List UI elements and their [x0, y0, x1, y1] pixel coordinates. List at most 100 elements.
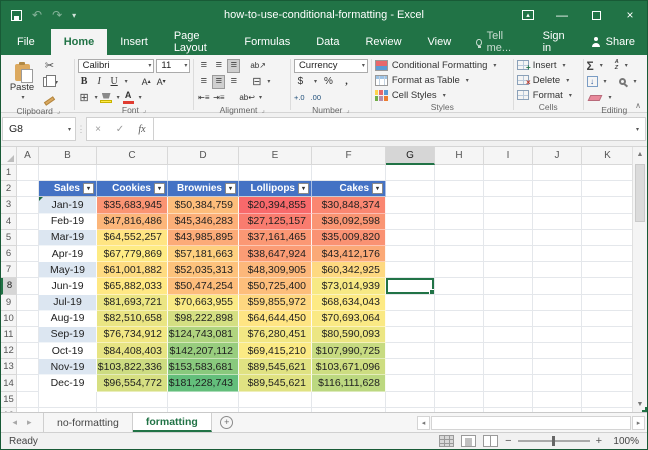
- value-cell-D14[interactable]: $181,228,743: [168, 375, 239, 391]
- number-dialog-launcher-icon[interactable]: ⌟: [346, 106, 349, 114]
- value-cell-F13[interactable]: $103,671,096: [312, 359, 386, 375]
- row-header-5[interactable]: 5: [1, 230, 17, 246]
- value-cell-E5[interactable]: $37,161,465: [239, 230, 312, 246]
- value-cell-D6[interactable]: $57,181,663: [168, 246, 239, 262]
- borders-dropdown-icon[interactable]: ▾: [95, 94, 98, 101]
- underline-dropdown-icon[interactable]: ▾: [125, 78, 128, 85]
- italic-button[interactable]: I: [93, 75, 106, 89]
- cell-J2[interactable]: [533, 181, 582, 197]
- cell-styles-button[interactable]: Cell Styles▾: [375, 88, 510, 102]
- sort-dropdown-icon[interactable]: ▾: [625, 62, 628, 69]
- cell-F2[interactable]: Cakes▾: [312, 181, 386, 197]
- cell-I9[interactable]: [484, 295, 533, 311]
- cell-H15[interactable]: [435, 392, 484, 408]
- cell-A8[interactable]: [17, 278, 39, 294]
- align-center-icon[interactable]: ≡: [212, 75, 225, 89]
- cell-H10[interactable]: [435, 311, 484, 327]
- cell-C1[interactable]: [97, 165, 168, 181]
- row-header-3[interactable]: 3: [1, 197, 17, 213]
- cell-I16[interactable]: [484, 408, 533, 412]
- sheet-tab-no-formatting[interactable]: no-formatting: [43, 413, 133, 432]
- filter-dropdown-icon[interactable]: ▾: [225, 183, 236, 194]
- value-cell-D12[interactable]: $142,207,112: [168, 343, 239, 359]
- zoom-slider[interactable]: [518, 440, 590, 442]
- cell-J7[interactable]: [533, 262, 582, 278]
- cell-A14[interactable]: [17, 375, 39, 391]
- cell-K14[interactable]: [582, 375, 632, 391]
- cell-K3[interactable]: [582, 197, 632, 213]
- cell-J6[interactable]: [533, 246, 582, 262]
- value-cell-F4[interactable]: $36,092,598: [312, 214, 386, 230]
- value-cell-D8[interactable]: $50,474,254: [168, 278, 239, 294]
- accounting-format-button[interactable]: $: [294, 75, 307, 89]
- column-header-D[interactable]: D: [168, 147, 239, 165]
- font-dialog-launcher-icon[interactable]: ⌟: [143, 106, 146, 114]
- value-cell-C7[interactable]: $61,001,882: [97, 262, 168, 278]
- column-header-G[interactable]: G: [386, 147, 435, 165]
- align-right-icon[interactable]: ≡: [227, 75, 240, 89]
- row-header-13[interactable]: 13: [1, 359, 17, 375]
- cell-H5[interactable]: [435, 230, 484, 246]
- redo-icon[interactable]: ↷: [52, 9, 62, 21]
- cell-K10[interactable]: [582, 311, 632, 327]
- cell-I5[interactable]: [484, 230, 533, 246]
- cell-H2[interactable]: [435, 181, 484, 197]
- cell-I3[interactable]: [484, 197, 533, 213]
- value-cell-F6[interactable]: $43,412,176: [312, 246, 386, 262]
- cell-G2[interactable]: [386, 181, 435, 197]
- cell-D1[interactable]: [168, 165, 239, 181]
- cell-J1[interactable]: [533, 165, 582, 181]
- cell-G4[interactable]: [386, 214, 435, 230]
- cell-H14[interactable]: [435, 375, 484, 391]
- value-cell-C13[interactable]: $103,822,336: [97, 359, 168, 375]
- cell-I14[interactable]: [484, 375, 533, 391]
- value-cell-D13[interactable]: $153,583,681: [168, 359, 239, 375]
- value-cell-F12[interactable]: $107,990,725: [312, 343, 386, 359]
- value-cell-F9[interactable]: $68,634,043: [312, 295, 386, 311]
- name-box-dropdown-icon[interactable]: ▾: [68, 126, 71, 133]
- value-cell-D10[interactable]: $98,222,898: [168, 311, 239, 327]
- value-cell-F3[interactable]: $30,848,374: [312, 197, 386, 213]
- value-cell-E13[interactable]: $89,545,621: [239, 359, 312, 375]
- column-header-B[interactable]: B: [39, 147, 97, 165]
- cell-J5[interactable]: [533, 230, 582, 246]
- cell-K11[interactable]: [582, 327, 632, 343]
- row-header-9[interactable]: 9: [1, 295, 17, 311]
- expand-formula-bar-icon[interactable]: ▾: [636, 126, 639, 133]
- column-header-E[interactable]: E: [239, 147, 312, 165]
- cell-B16[interactable]: [39, 408, 97, 412]
- month-cell-Aug-19[interactable]: Aug-19: [39, 311, 97, 327]
- cell-I8[interactable]: [484, 278, 533, 294]
- horizontal-scrollbar[interactable]: ◂ ▸: [417, 413, 647, 432]
- align-left-icon[interactable]: ≡: [197, 75, 210, 89]
- value-cell-E3[interactable]: $20,394,855: [239, 197, 312, 213]
- file-tab[interactable]: File: [1, 29, 51, 55]
- wrap-dropdown-icon[interactable]: ▾: [259, 94, 262, 101]
- month-cell-Oct-19[interactable]: Oct-19: [39, 343, 97, 359]
- cell-A1[interactable]: [17, 165, 39, 181]
- scroll-right-icon[interactable]: ▸: [632, 416, 645, 430]
- align-top-icon[interactable]: ≡: [197, 59, 210, 73]
- zoom-in-icon[interactable]: +: [596, 435, 602, 447]
- conditional-formatting-button[interactable]: Conditional Formatting▾: [375, 58, 510, 72]
- month-cell-Sep-19[interactable]: Sep-19: [39, 327, 97, 343]
- fill-icon[interactable]: ↓: [587, 76, 598, 87]
- column-header-C[interactable]: C: [97, 147, 168, 165]
- copy-button[interactable]: ▾: [41, 75, 58, 89]
- alignment-dialog-launcher-icon[interactable]: ⌟: [261, 106, 264, 114]
- value-cell-E14[interactable]: $89,545,621: [239, 375, 312, 391]
- new-sheet-button[interactable]: +: [212, 413, 242, 432]
- cell-H9[interactable]: [435, 295, 484, 311]
- month-cell-Jun-19[interactable]: Jun-19: [39, 278, 97, 294]
- cell-H13[interactable]: [435, 359, 484, 375]
- cell-J9[interactable]: [533, 295, 582, 311]
- font-color-dropdown-icon[interactable]: ▾: [139, 94, 142, 101]
- cell-G5[interactable]: [386, 230, 435, 246]
- cell-I11[interactable]: [484, 327, 533, 343]
- fill-color-dropdown-icon[interactable]: ▾: [117, 94, 120, 101]
- cell-H11[interactable]: [435, 327, 484, 343]
- cell-A11[interactable]: [17, 327, 39, 343]
- sign-in-button[interactable]: Sign in: [529, 30, 579, 54]
- column-header-J[interactable]: J: [533, 147, 582, 165]
- cell-F16[interactable]: [312, 408, 386, 412]
